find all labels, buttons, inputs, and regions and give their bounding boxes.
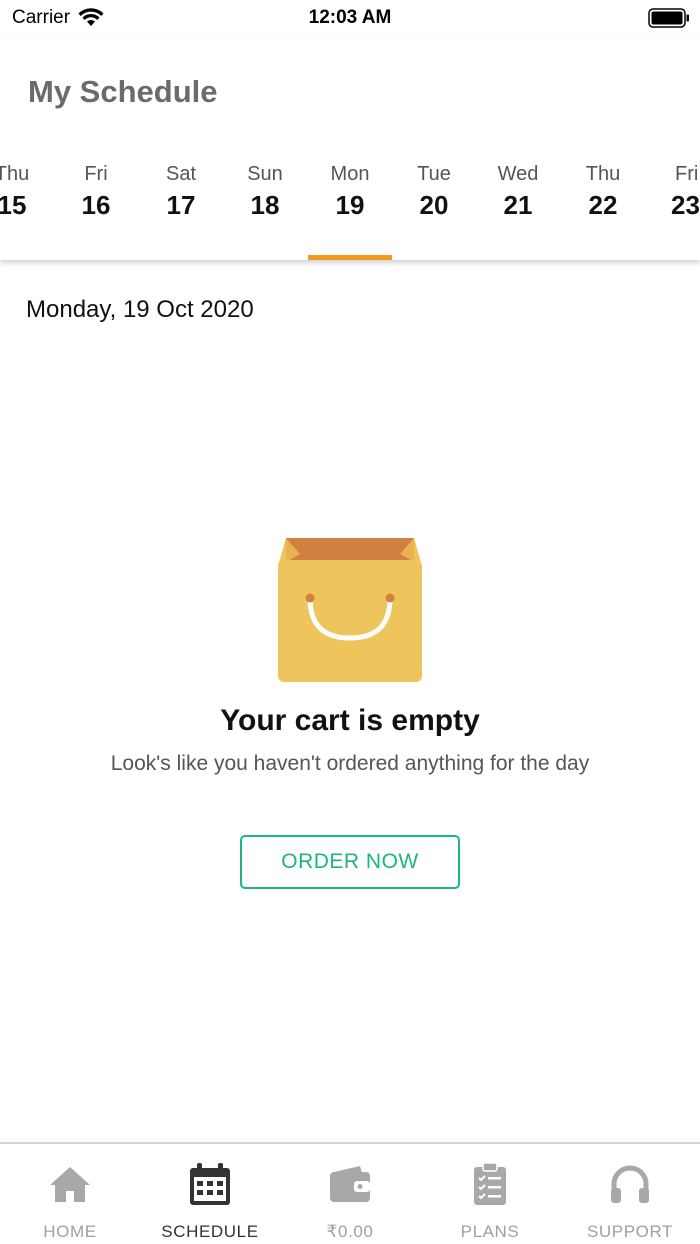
wallet-icon (330, 1166, 370, 1202)
day-weekday: Thu (0, 163, 30, 185)
home-icon (50, 1167, 90, 1202)
day-item[interactable]: Thu 22 (561, 160, 645, 260)
tab-label: HOME (43, 1222, 97, 1241)
day-item[interactable]: Thu 15 (0, 160, 54, 260)
day-item-selected[interactable]: Mon 19 (308, 160, 392, 260)
day-selector[interactable]: Thu 15 Fri 16 Sat 17 Sun 18 Mon 19 Tue 2… (0, 160, 700, 260)
tab-schedule[interactable]: SCHEDULE (140, 1144, 280, 1244)
day-item[interactable]: Fri 23 (645, 160, 700, 260)
day-item[interactable]: Sun 18 (223, 160, 307, 260)
headphones-icon (611, 1165, 649, 1203)
day-weekday: Sat (165, 163, 197, 185)
tab-label: SUPPORT (586, 1222, 674, 1241)
calendar-icon (190, 1163, 230, 1205)
tab-home[interactable]: HOME (0, 1144, 140, 1244)
day-item[interactable]: Wed 21 (476, 160, 560, 260)
selected-day-indicator (308, 255, 392, 260)
day-number: 18 (250, 190, 280, 220)
battery-icon (648, 8, 689, 28)
day-item[interactable]: Fri 16 (54, 160, 138, 260)
day-weekday: Mon (330, 163, 370, 185)
day-number: 19 (335, 190, 365, 220)
empty-cart-subtitle: Look's like you haven't ordered anything… (110, 752, 590, 775)
day-item[interactable]: Tue 20 (392, 160, 476, 260)
status-time: 12:03 AM (308, 7, 392, 28)
day-number: 21 (503, 190, 533, 220)
day-number: 23 (671, 190, 700, 220)
tab-support[interactable]: SUPPORT (560, 1144, 700, 1244)
day-weekday: Thu (585, 163, 621, 185)
day-weekday: Tue (417, 163, 451, 185)
tab-label: SCHEDULE (161, 1222, 259, 1241)
shopping-bag-icon (278, 538, 422, 682)
day-number: 20 (419, 190, 449, 220)
day-number: 16 (81, 190, 111, 220)
day-number: 22 (588, 190, 618, 220)
empty-cart-title: Your cart is empty (220, 704, 480, 737)
day-weekday: Wed (497, 163, 539, 185)
day-weekday: Fri (84, 163, 108, 185)
tab-label: PLANS (460, 1222, 520, 1241)
page-title: My Schedule (28, 74, 218, 109)
tab-wallet[interactable]: ₹0.00 (280, 1144, 420, 1244)
day-number: 17 (166, 190, 196, 220)
order-now-button[interactable]: ORDER NOW (240, 835, 460, 889)
tab-plans[interactable]: PLANS (420, 1144, 560, 1244)
bottom-tab-bar: HOME SCHEDULE ₹0.00 PLANS SUPPORT (0, 1142, 700, 1244)
status-bar: Carrier 12:03 AM (0, 0, 700, 36)
day-item[interactable]: Sat 17 (139, 160, 223, 260)
tab-label: ₹0.00 (326, 1222, 374, 1241)
day-weekday: Sun (247, 163, 283, 185)
selected-date-label: Monday, 19 Oct 2020 (26, 296, 254, 323)
clipboard-icon (474, 1162, 506, 1205)
schedule-header: My Schedule Thu 15 Fri 16 Sat 17 Sun 18 … (0, 36, 700, 260)
day-weekday: Fri (675, 163, 699, 185)
day-number: 15 (0, 190, 27, 220)
